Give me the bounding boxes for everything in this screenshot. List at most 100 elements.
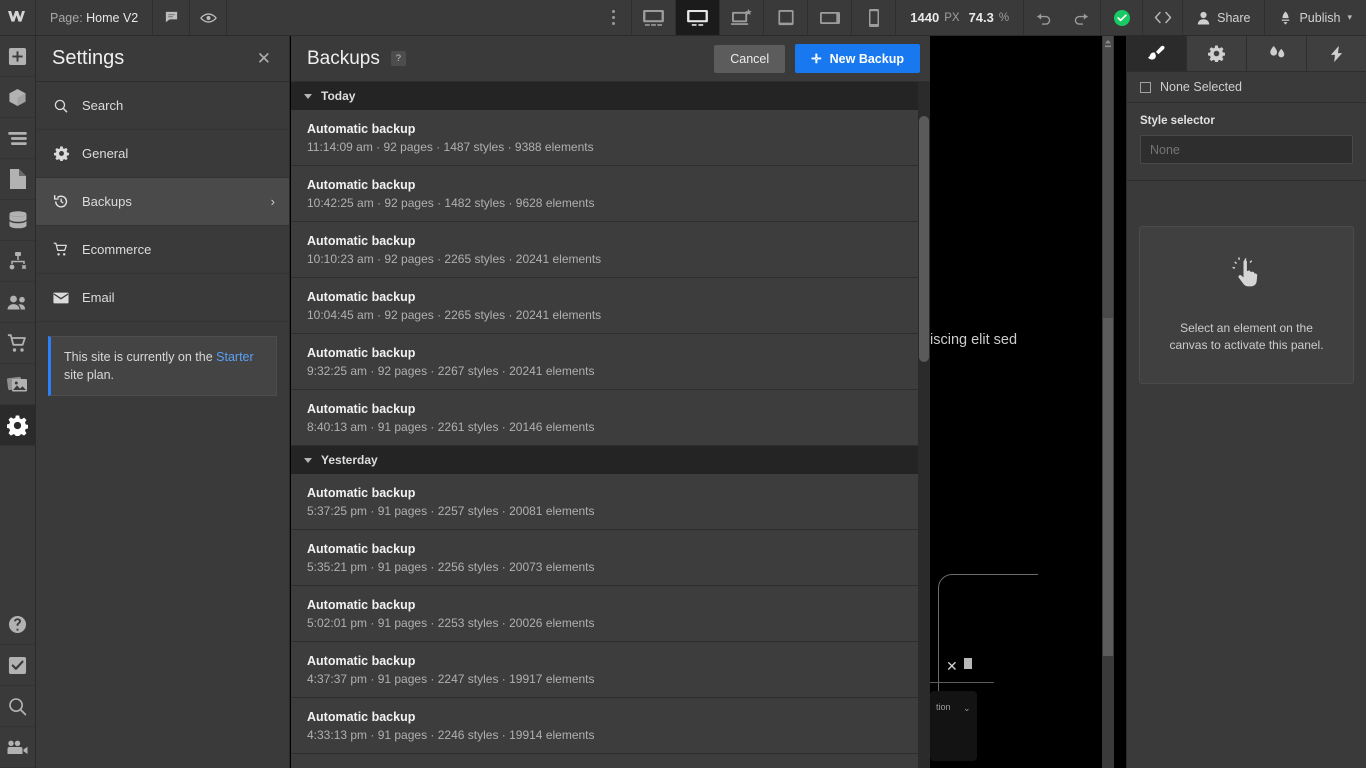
rail-pages[interactable] (0, 159, 35, 200)
lightning-icon (1329, 45, 1344, 63)
settings-item-general[interactable]: General (36, 130, 289, 178)
breakpoint-tablet[interactable] (764, 0, 808, 35)
page-name: Home V2 (86, 11, 138, 25)
envelope-icon (53, 292, 69, 304)
breakpoint-mobile-portrait[interactable] (852, 0, 896, 35)
table-row[interactable]: Automatic backup 10:04:45 am · 92 pages … (291, 278, 930, 334)
page-indicator[interactable]: Page: Home V2 (36, 0, 153, 35)
plan-notice-suffix: site plan. (64, 368, 114, 382)
rail-audit[interactable] (0, 645, 35, 686)
undo-icon[interactable] (1024, 0, 1062, 35)
comment-icon[interactable] (153, 0, 190, 35)
save-status-icon[interactable] (1100, 0, 1142, 35)
code-brackets-icon[interactable] (1142, 0, 1182, 35)
canvas-dimensions[interactable]: 1440 PX 74.3 % (896, 0, 1024, 35)
help-badge-icon[interactable]: ? (391, 51, 406, 66)
rail-bottom-group (0, 604, 35, 768)
more-options-icon[interactable] (595, 0, 632, 35)
style-selector-label: Style selector (1140, 115, 1353, 127)
table-row[interactable]: Automatic backup 5:02:01 pm · 91 pages ·… (291, 586, 930, 642)
backups-group-header-yesterday[interactable]: Yesterday (291, 446, 930, 474)
breakpoint-mobile-landscape[interactable] (808, 0, 852, 35)
backup-title: Automatic backup (307, 122, 914, 136)
rail-logic[interactable] (0, 241, 35, 282)
toolbar-gap (227, 0, 595, 35)
selection-checkbox[interactable] (1140, 82, 1151, 93)
backups-scrollbar-thumb[interactable] (919, 116, 929, 362)
tab-style[interactable] (1127, 36, 1187, 71)
backup-meta: 8:40:13 am · 91 pages · 2261 styles · 20… (307, 420, 914, 434)
table-row[interactable]: Automatic backup 8:40:13 am · 91 pages ·… (291, 390, 930, 446)
tab-settings[interactable] (1187, 36, 1247, 71)
backups-panel: Backups ? Cancel ✛ New Backup Today Auto… (291, 36, 930, 768)
design-canvas[interactable]: iscing elit sed ✕ tion ⌄ (930, 36, 1126, 768)
gear-icon (1208, 45, 1225, 62)
rail-users[interactable] (0, 282, 35, 323)
share-label: Share (1217, 11, 1250, 25)
canvas-scrollbar-thumb[interactable] (1103, 318, 1113, 656)
table-row[interactable] (291, 754, 930, 768)
table-row[interactable]: Automatic backup 9:32:25 am · 92 pages ·… (291, 334, 930, 390)
canvas-width-unit: PX (944, 12, 959, 24)
canvas-zoom-value: 74.3 (969, 10, 994, 25)
settings-item-label: Backups (82, 194, 132, 209)
gear-icon (7, 415, 28, 436)
tab-interactions[interactable] (1247, 36, 1307, 71)
close-icon[interactable]: ✕ (257, 50, 271, 67)
rail-settings[interactable] (0, 405, 35, 446)
settings-item-ecommerce[interactable]: Ecommerce (36, 226, 289, 274)
click-hand-icon (1232, 257, 1262, 294)
table-row[interactable]: Automatic backup 11:14:09 am · 92 pages … (291, 110, 930, 166)
style-selector-section: Style selector (1127, 103, 1366, 181)
scroll-up-arrow-icon[interactable] (1103, 38, 1113, 60)
settings-item-email[interactable]: Email (36, 274, 289, 322)
rail-components[interactable] (0, 77, 35, 118)
backup-title: Automatic backup (307, 710, 914, 724)
redo-icon[interactable] (1062, 0, 1100, 35)
backups-group-header-today[interactable]: Today (291, 82, 930, 110)
table-row[interactable]: Automatic backup 4:37:37 pm · 91 pages ·… (291, 642, 930, 698)
rail-cms[interactable] (0, 200, 35, 241)
webflow-logo[interactable] (0, 0, 36, 35)
table-row[interactable]: Automatic backup 10:10:23 am · 92 pages … (291, 222, 930, 278)
close-icon[interactable]: ✕ (946, 658, 958, 675)
new-backup-button[interactable]: ✛ New Backup (795, 44, 920, 73)
rail-ecommerce[interactable] (0, 323, 35, 364)
style-selector-input[interactable] (1140, 135, 1353, 164)
page-title: Backups (307, 48, 380, 70)
backups-scrollbar[interactable] (918, 82, 930, 768)
backup-title: Automatic backup (307, 234, 914, 248)
rail-assets[interactable] (0, 364, 35, 405)
settings-item-backups[interactable]: Backups › (36, 178, 289, 226)
plan-upgrade-link[interactable]: Starter (216, 350, 254, 364)
chevron-right-icon: › (271, 194, 275, 209)
breakpoint-desktop-large[interactable] (632, 0, 676, 35)
share-button[interactable]: Share (1182, 0, 1264, 35)
flow-icon (8, 252, 28, 271)
settings-title: Settings (52, 47, 124, 70)
rail-help[interactable] (0, 604, 35, 645)
backup-title: Automatic backup (307, 290, 914, 304)
eye-icon[interactable] (190, 0, 227, 35)
breakpoint-switcher (632, 0, 896, 35)
settings-item-search[interactable]: Search (36, 82, 289, 130)
table-row[interactable]: Automatic backup 5:35:21 pm · 91 pages ·… (291, 530, 930, 586)
breakpoint-desktop[interactable] (676, 0, 720, 35)
publish-button[interactable]: Publish ▾ (1264, 0, 1366, 35)
table-row[interactable]: Automatic backup 5:37:25 pm · 91 pages ·… (291, 474, 930, 530)
canvas-scrollbar[interactable] (1102, 36, 1114, 768)
breakpoint-tablet-add[interactable] (720, 0, 764, 35)
canvas-scrollbar-track-upper (1103, 36, 1113, 318)
backup-title: Automatic backup (307, 402, 914, 416)
rail-navigator[interactable] (0, 118, 35, 159)
plan-notice: This site is currently on the Starter si… (48, 336, 277, 396)
webflow-designer: Page: Home V2 (0, 0, 1366, 768)
tab-effects[interactable] (1307, 36, 1366, 71)
rail-add[interactable] (0, 36, 35, 77)
plus-icon: ✛ (811, 51, 821, 66)
table-row[interactable]: Automatic backup 10:42:25 am · 92 pages … (291, 166, 930, 222)
table-row[interactable]: Automatic backup 4:33:13 pm · 91 pages ·… (291, 698, 930, 754)
cancel-button[interactable]: Cancel (714, 45, 785, 73)
rail-search[interactable] (0, 686, 35, 727)
rail-video[interactable] (0, 727, 35, 768)
